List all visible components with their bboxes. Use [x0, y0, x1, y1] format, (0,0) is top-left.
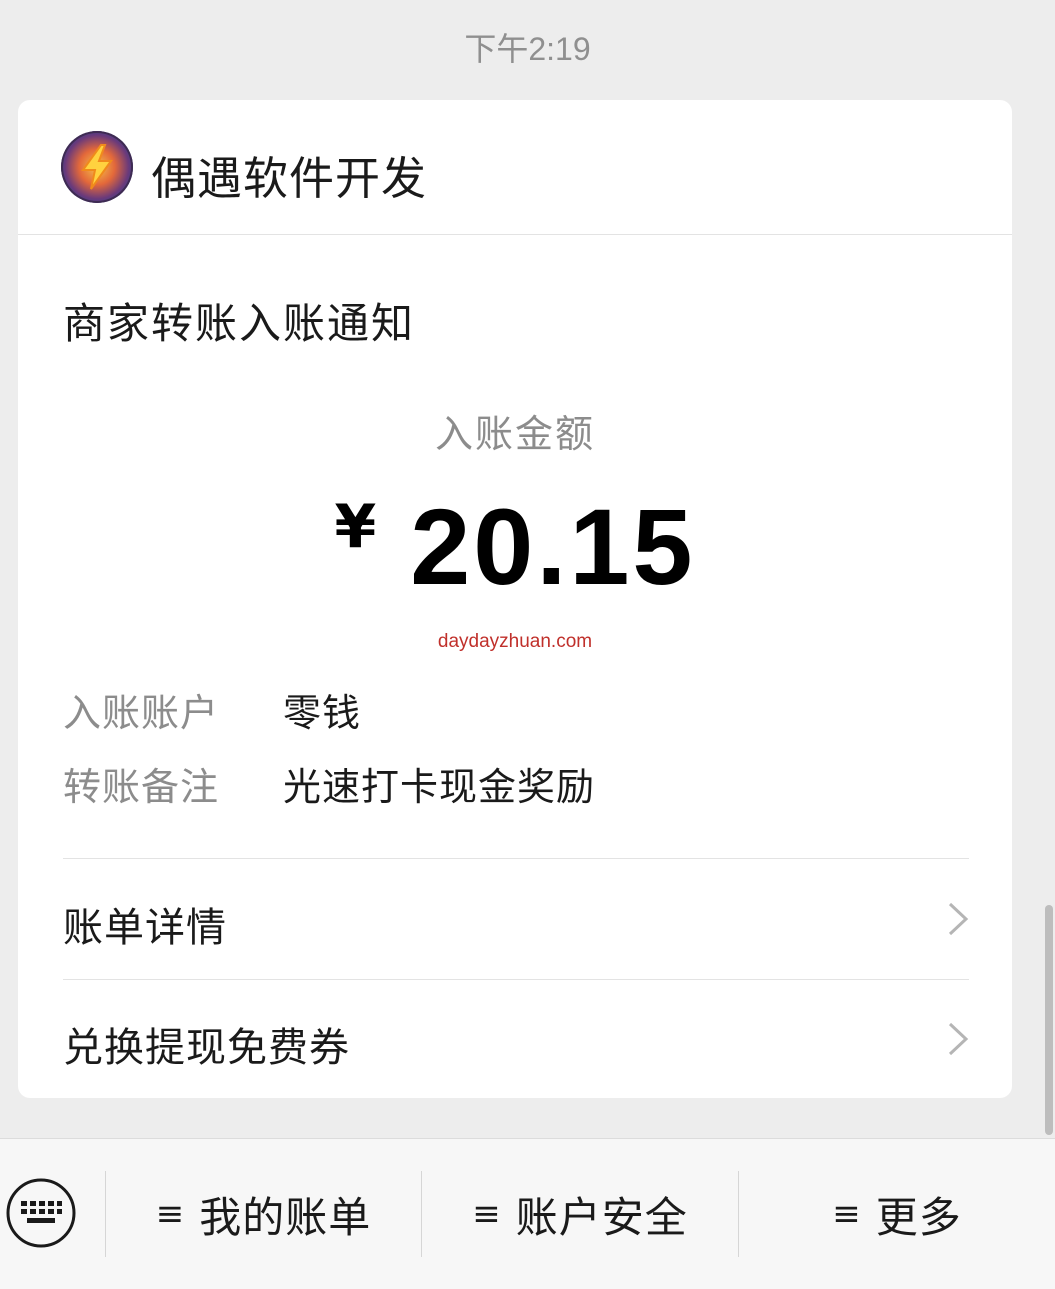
amount-display: ¥20.15: [18, 484, 1012, 609]
bill-details-link[interactable]: 账单详情: [63, 859, 969, 979]
menu-account-security-button[interactable]: ≡ 账户安全: [422, 1139, 738, 1289]
menu-icon: ≡: [832, 1194, 862, 1234]
chevron-right-icon: [948, 1022, 969, 1056]
scrollbar[interactable]: [1045, 905, 1053, 1135]
menu-icon: ≡: [155, 1194, 186, 1234]
menu-my-bills-button[interactable]: ≡ 我的账单: [106, 1139, 421, 1289]
detail-row-account: 入账账户 零钱: [63, 682, 361, 737]
amount-label: 入账金额: [434, 412, 595, 456]
currency-symbol: ¥: [334, 492, 377, 562]
link-label: 兑换提现免费券: [63, 1025, 350, 1071]
detail-key: 转账备注: [63, 765, 220, 809]
lightning-icon: [81, 144, 113, 190]
link-label: 账单详情: [63, 905, 227, 951]
merchant-name: 偶遇软件开发: [151, 152, 428, 205]
merchant-avatar-icon[interactable]: [61, 131, 133, 203]
bottom-menu-bar: ≡ 我的账单 ≡ 账户安全 ≡ 更多: [0, 1138, 1055, 1289]
card-header[interactable]: 偶遇软件开发: [18, 100, 1012, 235]
chevron-right-icon: [948, 902, 969, 936]
menu-label: 更多: [875, 1192, 962, 1242]
redeem-coupon-link[interactable]: 兑换提现免费券: [63, 979, 969, 1098]
keyboard-icon: [6, 1178, 76, 1248]
timestamp: 下午2:19: [464, 31, 591, 67]
keyboard-toggle-button[interactable]: [5, 1177, 77, 1249]
menu-label: 账户安全: [515, 1192, 688, 1242]
amount-value: 20.15: [410, 486, 696, 607]
menu-label: 我的账单: [199, 1192, 372, 1242]
notification-card: 偶遇软件开发 商家转账入账通知 入账金额 ¥20.15 daydayzhuan.…: [18, 100, 1012, 1098]
detail-row-remark: 转账备注 光速打卡现金奖励: [63, 756, 595, 811]
detail-key: 入账账户: [63, 691, 220, 735]
watermark-text: daydayzhuan.com: [437, 631, 593, 652]
notice-title: 商家转账入账通知: [63, 299, 416, 348]
menu-more-button[interactable]: ≡ 更多: [739, 1139, 1055, 1289]
menu-icon: ≡: [472, 1194, 502, 1234]
detail-value: 零钱: [283, 691, 362, 735]
detail-value: 光速打卡现金奖励: [283, 765, 596, 809]
